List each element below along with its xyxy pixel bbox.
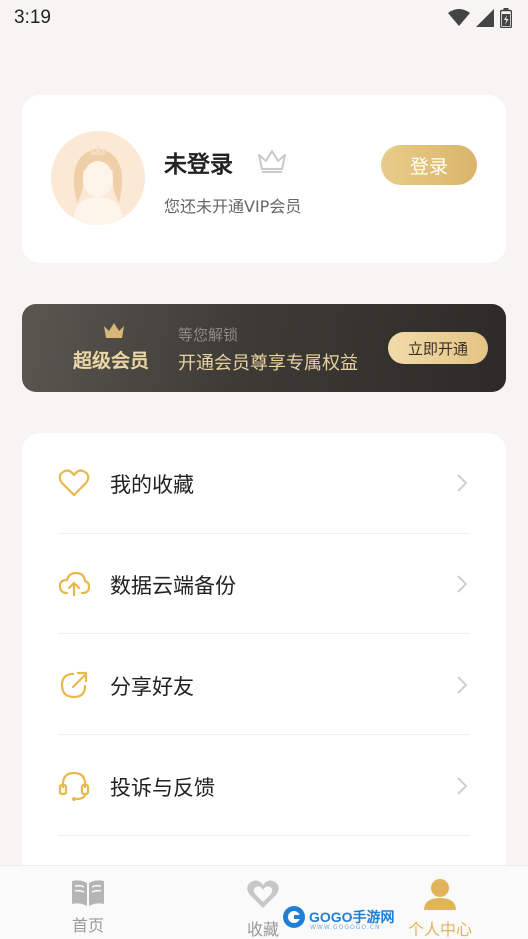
heart-icon [58, 469, 90, 497]
bottom-nav: 首页 收藏 个人中心 [0, 865, 528, 939]
menu-item-label: 我的收藏 [110, 473, 194, 497]
status-time: 3:19 [14, 7, 51, 28]
open-vip-button[interactable]: 立即开通 [388, 332, 488, 364]
nav-label: 首页 [71, 916, 104, 935]
nav-home[interactable]: 首页 [58, 866, 118, 939]
menu-item-label: 投诉与反馈 [110, 776, 215, 800]
divider [58, 633, 470, 634]
nav-label: 个人中心 [407, 920, 472, 939]
vip-title: 超级会员 [73, 350, 150, 372]
vip-description: 开通会员尊享专属权益 [178, 353, 358, 374]
book-icon [72, 880, 104, 906]
vip-status-text: 您还未开通VIP会员 [164, 197, 302, 216]
vip-banner[interactable]: 超级会员 等您解锁 开通会员尊享专属权益 立即开通 [22, 304, 506, 392]
username: 未登录 [164, 152, 233, 178]
battery-icon [500, 8, 512, 28]
chevron-right-icon [457, 777, 468, 795]
divider [58, 734, 470, 735]
login-button[interactable]: 登录 [381, 145, 477, 185]
menu-item-feedback[interactable]: 投诉与反馈 [22, 736, 506, 837]
menu-item-favorites[interactable]: 我的收藏 [22, 433, 506, 534]
menu-item-share[interactable]: 分享好友 [22, 635, 506, 736]
headset-icon [58, 771, 90, 801]
menu-item-label: 分享好友 [110, 675, 194, 699]
default-avatar-icon [51, 131, 145, 225]
crown-icon [104, 323, 124, 338]
person-icon [424, 879, 456, 910]
chevron-right-icon [457, 676, 468, 694]
chevron-right-icon [457, 474, 468, 492]
status-icons [448, 8, 512, 28]
watermark-logo-icon [283, 906, 305, 928]
heart-icon [247, 880, 279, 908]
menu-item-cloud-backup[interactable]: 数据云端备份 [22, 534, 506, 635]
chevron-right-icon [457, 575, 468, 593]
cloud-upload-icon [58, 571, 90, 597]
crown-outline-icon [258, 150, 286, 173]
watermark-sub: WWW.GOGOGO.CN [310, 924, 381, 931]
avatar[interactable] [51, 131, 145, 225]
menu-item-label: 数据云端备份 [110, 574, 236, 598]
wifi-icon [448, 9, 470, 26]
vip-hint: 等您解锁 [178, 326, 239, 344]
nav-profile[interactable]: 个人中心 [398, 866, 482, 939]
divider [58, 835, 470, 836]
menu-card: 我的收藏 数据云端备份 分享好友 投诉与反馈 [22, 433, 506, 893]
signal-icon [476, 9, 494, 27]
watermark: GOGO手游网 WWW.GOGOGO.CN [282, 904, 395, 931]
share-icon [60, 671, 88, 699]
status-bar: 3:19 [0, 0, 528, 36]
profile-card: 未登录 您还未开通VIP会员 登录 [22, 95, 506, 263]
